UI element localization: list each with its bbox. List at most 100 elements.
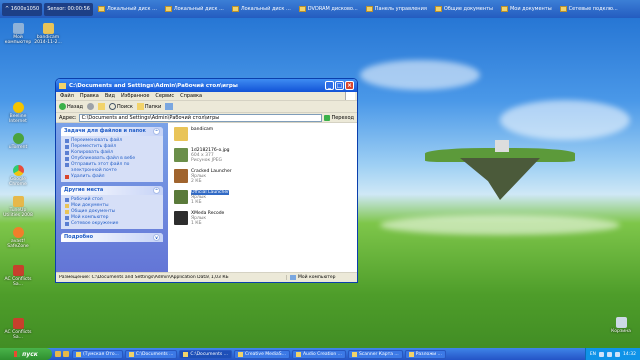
tray-icon[interactable] [599,351,605,357]
search-button[interactable]: Поиск [109,103,133,110]
language-indicator[interactable]: EN [590,352,596,357]
taskbar-task[interactable]: (Тумская Ото... [72,349,123,359]
menu-tools[interactable]: Сервис [155,93,174,99]
folder-icon [42,23,54,34]
top-task-disk[interactable]: Локальный диск ... [229,3,294,16]
clock[interactable]: 14:32 [623,352,636,357]
top-taskbar: ^ 1600x1050 Sensor: 00:00:56 Локальный д… [0,0,640,18]
folders-button[interactable]: Папки [136,103,162,110]
maximize-button[interactable]: □ [335,81,344,90]
panel-header[interactable]: Задачи для файлов и папок ^ [61,127,163,136]
top-task-control-panel[interactable]: Панель управления [363,3,430,16]
window-body: Задачи для файлов и папок ^ Переименовать… [56,123,357,274]
menu-file[interactable]: Файл [60,93,74,99]
cloud [380,215,620,235]
back-button[interactable]: Назад [59,103,83,110]
delete-icon [65,175,69,179]
desktop-icon-tuneup[interactable]: TuneUp Utilities 2008 [2,196,34,218]
place-label: Сетевое окружение [71,221,119,226]
menu-help[interactable]: Справка [180,93,202,99]
image-thumbnail-icon [174,148,188,162]
chrome-icon [12,165,24,176]
file-size: 1 КБ [191,200,202,205]
address-field[interactable]: C:\Documents and Settings\Admin\Рабочий … [78,113,323,122]
menu-view[interactable]: Вид [105,93,115,99]
views-button[interactable] [165,103,174,110]
quick-launch-icon[interactable] [55,351,61,357]
folder-icon [231,6,239,12]
rename-icon [65,139,69,143]
top-task-dvd[interactable]: DVDRAM дисково... [296,3,361,16]
desktop-icon-bandicam[interactable]: bandicam 2014-11-2... [32,23,64,45]
desktop-icon-avast[interactable]: avast! SafeZone [2,227,34,249]
panel-title: Другие места [64,187,104,193]
task-delete[interactable]: Удалить файл [65,174,159,180]
desktop-icon-ac-conflicts-2[interactable]: AC Conflicts Sa... [2,318,34,340]
other-places-panel: Другие места ^ Рабочий стол Мои документы… [61,186,163,229]
taskbar-task[interactable]: C:\Documents ... [124,349,178,359]
file-item-selected[interactable]: Official Launcher Ярлык 1 КБ [174,190,353,208]
search-label: Поиск [117,103,133,110]
taskbar-task[interactable]: Scanner Карта ... [347,349,403,359]
task-email[interactable]: Отправить этот файл по электронной почте [65,162,159,174]
close-button[interactable]: × [345,81,354,90]
top-task-disk[interactable]: Локальный диск ... [95,3,160,16]
quick-launch-icon[interactable] [63,351,69,357]
recycle-bin-icon [615,317,627,328]
taskbar-task-active[interactable]: C:\Documents ... [179,349,232,359]
windows-flag-icon [14,351,21,357]
status-text: Размещение: C:\Documents and Settings\Ad… [59,275,229,280]
folders-label: Папки [144,103,162,110]
menu-favorites[interactable]: Избранное [121,93,149,99]
forward-button[interactable] [87,103,95,110]
up-button[interactable] [98,103,106,110]
disc-icon [298,6,306,12]
top-task-disk[interactable]: Локальный диск ... [162,3,227,16]
avast-icon [12,227,24,238]
chevron-up-icon[interactable]: ^ [153,128,160,135]
tray-icon[interactable] [607,351,613,357]
file-item[interactable]: XMeda Recode Ярлык 1 КБ [174,211,353,229]
place-network[interactable]: Сетевое окружение [65,221,159,227]
control-panel-icon [365,6,373,12]
desktop-icon-utorrent[interactable]: uTorrent [2,133,34,150]
top-task-shared-docs[interactable]: Общие документы [432,3,496,16]
icon-label: AC Conflicts Sa... [4,277,32,287]
file-item[interactable]: 1d2182176-o.jpg 604 x 377 Рисунок JPEG [174,148,353,166]
taskbar-task[interactable]: Creative MediaS... [233,349,290,359]
window-titlebar[interactable]: C:\Documents and Settings\Admin\Рабочий … [56,79,357,92]
top-task-network[interactable]: Сетевые подклю... [557,3,621,16]
menu-edit[interactable]: Правка [80,93,99,99]
desktop-icon-recycle-bin[interactable]: Корзина [605,317,637,334]
task-label: Мои документы [509,6,552,12]
minimize-button[interactable]: _ [325,81,334,90]
top-task-resolution[interactable]: ^ 1600x1050 [2,2,43,16]
quick-launch [52,351,72,357]
task-label: Сетевые подклю... [568,6,618,12]
taskbar-task[interactable]: Audio Creation ... [291,349,346,359]
file-item[interactable]: bandicam [174,127,353,145]
panel-header[interactable]: Подробно v [61,233,163,242]
top-task-my-docs[interactable]: Мои документы [498,3,555,16]
desktop-icon-beeline[interactable]: Beeline Internet [2,102,34,124]
panel-header[interactable]: Другие места ^ [61,186,163,195]
volume-icon[interactable] [615,351,621,357]
taskbar-task[interactable]: Разложи ... [404,349,446,359]
desktop-icon-chrome[interactable]: Google Chrome [2,165,34,187]
desktop-icon-my-computer[interactable]: Мой компьютер [2,23,34,45]
go-button[interactable]: Переход [324,114,354,121]
chevron-down-icon[interactable]: v [153,234,160,241]
desktop-icon-ac-conflicts[interactable]: AC Conflicts Sa... [2,265,34,287]
chevron-up-icon[interactable]: ^ [153,187,160,194]
address-label: Адрес: [59,114,77,121]
task-label: C:\Documents ... [190,351,228,357]
folders-icon [136,103,144,110]
status-zone: Мой компьютер [286,275,356,280]
desktop-icon [65,198,69,202]
task-label: DVDRAM дисково... [307,6,358,12]
explorer-window: C:\Documents and Settings\Admin\Рабочий … [55,78,358,283]
start-button[interactable]: пуск [0,348,52,360]
file-item[interactable]: Cracked Launcher Ярлык 2 КБ [174,169,353,187]
top-task-sensor[interactable]: Sensor: 00:00:56 [44,2,93,16]
start-label: пуск [22,350,38,358]
